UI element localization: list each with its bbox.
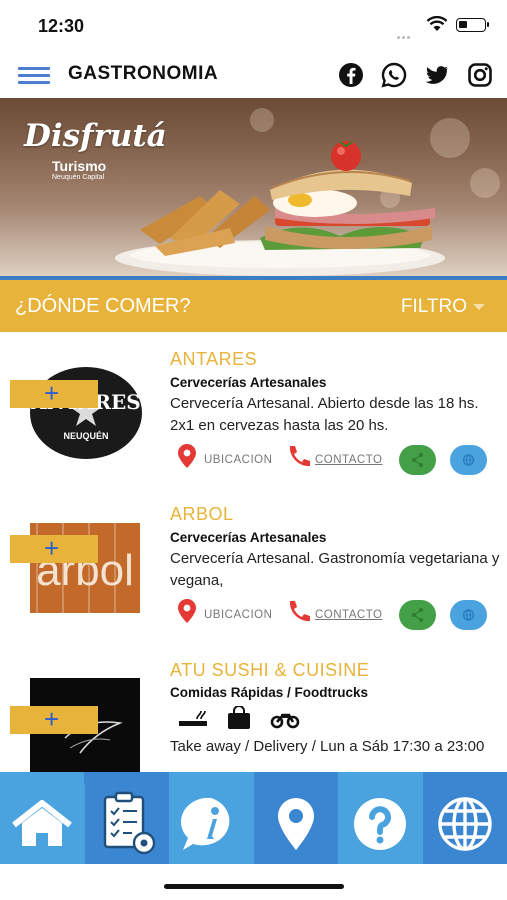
caret-down-icon [473, 303, 485, 310]
arbol-logo: árbol [30, 523, 140, 613]
list-item[interactable]: + ATU SUSHI & CUISINE Comidas Rápidas / … [0, 650, 507, 772]
amenities-row [178, 706, 328, 732]
app-header: GASTRONOMIA [0, 50, 507, 98]
whatsapp-icon[interactable] [380, 61, 408, 89]
hero-banner: Disfrutá Turismo Neuquén Capital [0, 98, 507, 278]
facebook-icon[interactable] [337, 61, 365, 89]
website-button[interactable] [450, 445, 487, 475]
item-actions: UBICACION CONTACTO [170, 444, 500, 476]
share-icon [412, 608, 423, 622]
nav-map[interactable] [253, 784, 338, 864]
no-smoking-icon [179, 710, 207, 726]
section-bar: ¿DÓNDE COMER? FILTRO [0, 280, 507, 332]
battery-icon [456, 18, 489, 32]
checklist-settings-icon [103, 791, 155, 855]
info-chat-icon [181, 797, 230, 850]
item-description: Cervecería Artesanal. Abierto desde las … [170, 395, 479, 434]
item-name[interactable]: ARBOL [170, 504, 234, 525]
website-button[interactable] [450, 600, 487, 630]
item-category: Comidas Rápidas / Foodtrucks [170, 685, 369, 700]
takeaway-bag-icon [228, 706, 250, 729]
nav-web[interactable] [422, 784, 507, 864]
item-description: Take away / Delivery / Lun a Sáb 17:30 a… [170, 738, 485, 755]
brand-script: Disfrutá [24, 118, 167, 154]
nav-home[interactable] [0, 784, 85, 864]
add-button[interactable]: + [10, 380, 98, 408]
share-button[interactable] [399, 600, 436, 630]
map-pin-icon[interactable] [178, 444, 196, 468]
signal-dots-icon [397, 26, 415, 39]
item-name[interactable]: ANTARES [170, 349, 257, 370]
filter-button[interactable]: FILTRO [401, 296, 485, 318]
wifi-icon [426, 16, 448, 31]
nav-info[interactable] [169, 784, 254, 864]
twitter-icon[interactable] [423, 61, 451, 89]
item-description: Cervecería Artesanal. Gastronomía vegeta… [170, 550, 500, 589]
home-indicator[interactable] [164, 884, 344, 889]
filter-label: FILTRO [400, 296, 467, 317]
globe-icon [462, 609, 475, 621]
contact-link[interactable]: CONTACTO [315, 454, 382, 466]
section-title: ¿DÓNDE COMER? [15, 295, 191, 317]
status-bar: 12:30 [0, 0, 507, 50]
brand-name: Turismo [52, 158, 107, 174]
list-item[interactable]: árbol + ARBOL Cervecerías Artesanales Ce… [0, 495, 507, 645]
status-time: 12:30 [38, 16, 85, 36]
help-icon [354, 798, 407, 850]
item-name[interactable]: ATU SUSHI & CUISINE [170, 660, 369, 681]
battery-level [459, 21, 467, 28]
home-icon [12, 800, 73, 846]
phone-icon[interactable] [286, 599, 312, 623]
nav-itinerary[interactable] [84, 784, 169, 864]
map-pin-icon[interactable] [178, 599, 196, 623]
item-category: Cervecerías Artesanales [170, 530, 327, 545]
add-button[interactable]: + [10, 706, 98, 734]
globe-icon [438, 797, 492, 851]
menu-icon[interactable] [18, 67, 50, 84]
add-button[interactable]: + [10, 535, 98, 563]
delivery-motorbike-icon [270, 713, 300, 729]
bottom-nav [0, 784, 507, 864]
brand-city: Neuquén Capital [52, 174, 105, 181]
location-pin-icon [277, 798, 314, 850]
bottom-nav-strip [0, 772, 507, 784]
phone-icon[interactable] [286, 444, 312, 468]
instagram-icon[interactable] [466, 61, 494, 89]
location-link[interactable]: UBICACION [204, 454, 272, 466]
globe-icon [462, 454, 475, 466]
share-icon [412, 453, 423, 467]
item-actions: UBICACION CONTACTO [170, 599, 500, 631]
nav-help[interactable] [338, 784, 423, 864]
item-category: Cervecerías Artesanales [170, 375, 327, 390]
location-link[interactable]: UBICACION [204, 609, 272, 621]
page-title: GASTRONOMIA [68, 63, 219, 84]
svg-text:NEUQUÉN: NEUQUÉN [63, 431, 108, 441]
list-item[interactable]: ANTARES NEUQUÉN + ANTARES Cervecerías Ar… [0, 340, 507, 490]
share-button[interactable] [399, 445, 436, 475]
contact-link[interactable]: CONTACTO [315, 609, 382, 621]
